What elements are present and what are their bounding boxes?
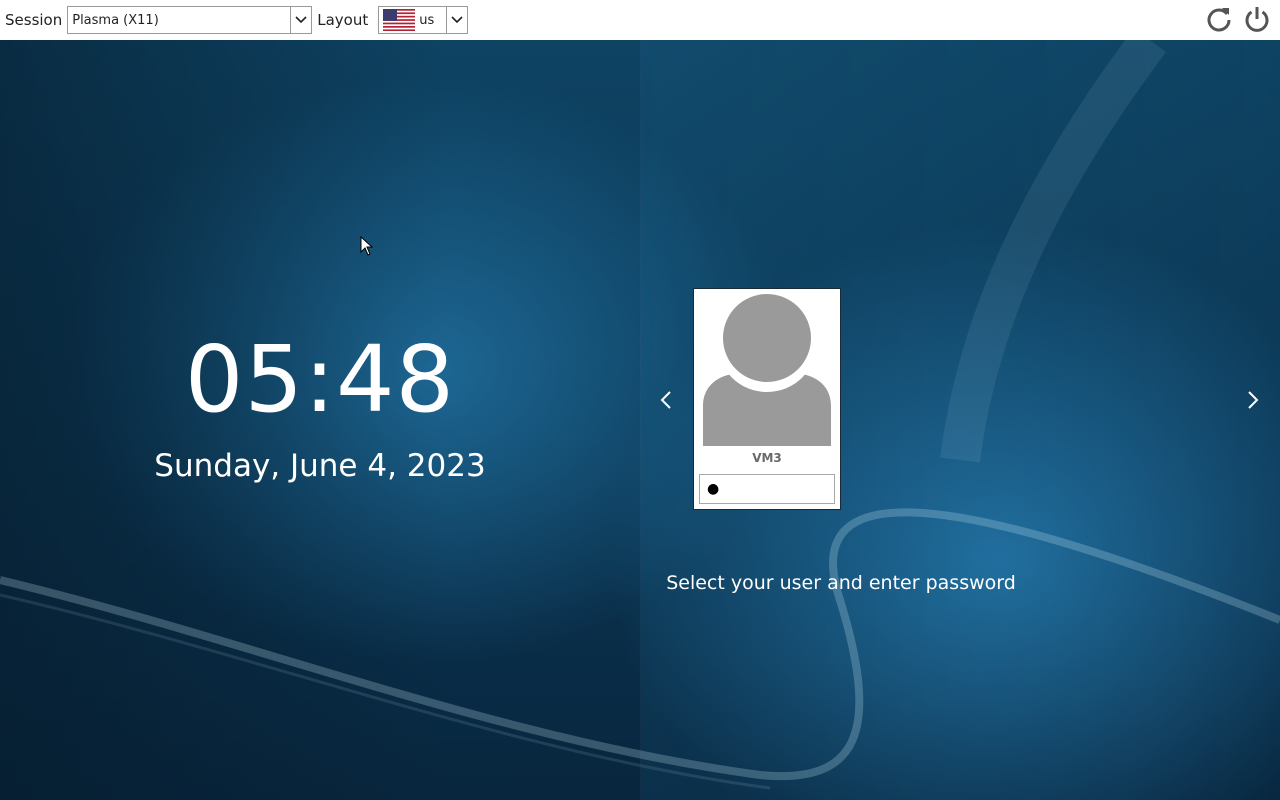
previous-user-button[interactable] <box>654 385 678 415</box>
user-name: VM3 <box>752 451 782 465</box>
login-hint: Select your user and enter password <box>666 572 1016 594</box>
mouse-cursor-icon <box>360 236 374 256</box>
layout-value: us <box>419 12 435 28</box>
us-flag-icon <box>383 9 416 31</box>
chevron-down-icon[interactable] <box>290 7 311 33</box>
session-label: Session <box>5 11 63 29</box>
session-value: Plasma (X11) <box>72 12 159 28</box>
user-avatar-icon <box>703 294 831 446</box>
next-user-button[interactable] <box>1241 385 1265 415</box>
clock-time: 05:48 <box>184 326 456 433</box>
top-bar: Session Plasma (X11) Layout us <box>0 0 1280 40</box>
password-input[interactable]: ● <box>699 474 835 504</box>
session-select[interactable]: Plasma (X11) <box>67 6 313 34</box>
user-card[interactable]: VM3 ● <box>693 288 841 510</box>
reboot-icon[interactable] <box>1204 4 1234 34</box>
chevron-down-icon[interactable] <box>446 7 467 33</box>
chevron-left-icon <box>660 391 671 409</box>
layout-label: Layout <box>317 11 369 29</box>
clock-date: Sunday, June 4, 2023 <box>154 448 486 484</box>
chevron-right-icon <box>1248 391 1259 409</box>
password-mask: ● <box>707 481 720 497</box>
layout-select[interactable]: us <box>378 6 469 34</box>
power-icon[interactable] <box>1242 4 1272 34</box>
